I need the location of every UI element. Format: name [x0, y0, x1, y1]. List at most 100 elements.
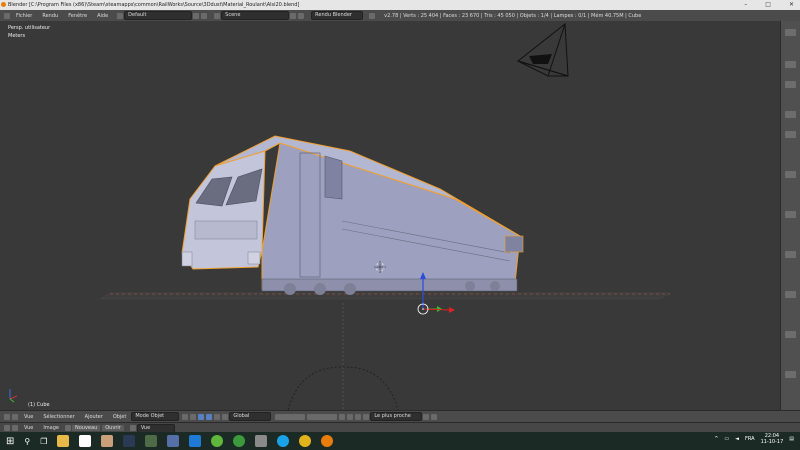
scene-stats: v2.78 | Verts : 25 404 | Faces : 23 670 …: [384, 12, 642, 19]
manipulator-toggle-icon[interactable]: [198, 413, 205, 420]
axis-gizmo: [9, 389, 18, 403]
menu-file[interactable]: Fichier: [11, 13, 37, 19]
menu-object[interactable]: Objet: [108, 414, 132, 420]
shelf-icon-2[interactable]: [785, 81, 796, 88]
minimize-icon[interactable]: –: [744, 1, 747, 8]
windows-start-icon[interactable]: ⊞: [6, 436, 14, 447]
menu-add[interactable]: Ajouter: [80, 414, 108, 420]
menu-render[interactable]: Rendu: [37, 13, 63, 19]
skype-icon[interactable]: [277, 435, 290, 447]
lock-icon[interactable]: [339, 413, 346, 420]
close-icon[interactable]: ✕: [789, 1, 794, 8]
shelf-icon-5[interactable]: [785, 171, 796, 178]
layer-grid-icon-2[interactable]: [307, 413, 338, 420]
train-icon[interactable]: [167, 435, 180, 447]
utorrent-icon[interactable]: [211, 435, 224, 447]
remove-scene-icon[interactable]: [298, 12, 305, 19]
rotate-icon[interactable]: [214, 413, 221, 420]
3d-view-header: Vue Sélectionner Ajouter Objet Mode Obje…: [0, 410, 800, 422]
menu-help[interactable]: Aide: [92, 13, 113, 19]
shelf-icon-8[interactable]: [785, 291, 796, 298]
screen-layout-field[interactable]: Default: [124, 11, 193, 20]
properties-shelf: [780, 21, 800, 410]
mode-select[interactable]: Mode Objet: [131, 412, 180, 421]
blender-info-icon: [369, 12, 376, 19]
new-image-button[interactable]: Nouveau: [72, 425, 101, 431]
render-anim-icon[interactable]: [431, 413, 438, 420]
editor-type-icon[interactable]: [4, 425, 10, 431]
scene-field[interactable]: Scene: [221, 11, 290, 20]
system-tray: ^ ▭ ◄ FRA 22:04 11-10-17 ▤: [714, 433, 794, 445]
view-name-label: Persp. utilisateur: [8, 25, 51, 31]
snap-element-icon[interactable]: [363, 413, 370, 420]
menu-toggle-icon[interactable]: [12, 425, 18, 431]
editor-type-icon[interactable]: [4, 12, 10, 19]
window-controls: – □ ✕: [744, 1, 794, 8]
window-title-bar: Blender [C:\Program Files (x86)\Steam\st…: [0, 0, 800, 10]
active-object-label: (1) Cube: [28, 402, 50, 408]
open-image-button[interactable]: Ouvrir: [102, 425, 124, 431]
render-engine-select[interactable]: Rendu Blender: [311, 11, 364, 20]
volume-icon[interactable]: ◄: [735, 436, 739, 442]
units-label: Meters: [8, 33, 26, 39]
remove-layout-icon[interactable]: [201, 12, 208, 19]
notifications-icon[interactable]: ▤: [789, 436, 794, 442]
menu-image[interactable]: Image: [38, 425, 64, 431]
layout-icon: [117, 12, 124, 19]
blender-taskbar-icon[interactable]: [321, 435, 334, 447]
render-icon[interactable]: [423, 413, 430, 420]
store-icon[interactable]: [79, 435, 92, 447]
maximize-icon[interactable]: □: [765, 1, 771, 8]
clock-date: 11-10-17: [760, 439, 784, 445]
menu-select[interactable]: Sélectionner: [38, 414, 79, 420]
viewport-scene: [9, 23, 671, 410]
pin-icon[interactable]: [129, 425, 136, 431]
menu-toggle-icon[interactable]: [12, 413, 18, 420]
steam-icon[interactable]: [123, 435, 136, 447]
shelf-icon-9[interactable]: [785, 331, 796, 338]
scene-icon: [214, 12, 221, 19]
panel-collapse-icon[interactable]: [785, 29, 796, 36]
file-explorer-icon[interactable]: [57, 435, 70, 447]
xbox-icon[interactable]: [233, 435, 246, 447]
paint-icon[interactable]: [101, 435, 114, 447]
locomotive-model[interactable]: [181, 135, 524, 295]
image-browse-icon[interactable]: [65, 425, 71, 431]
photos-icon[interactable]: [255, 435, 268, 447]
menu-view[interactable]: Vue: [19, 414, 38, 420]
editor-type-icon[interactable]: [4, 413, 10, 420]
snap-icon[interactable]: [355, 413, 362, 420]
shading-icon[interactable]: [182, 413, 189, 420]
shelf-icon-3[interactable]: [785, 111, 796, 118]
shelf-icon-10[interactable]: [785, 371, 796, 378]
shelf-icon-4[interactable]: [785, 131, 796, 138]
language-indicator[interactable]: FRA: [745, 436, 755, 442]
proportional-edit-icon[interactable]: [347, 413, 354, 420]
scale-icon[interactable]: [222, 413, 229, 420]
shelf-icon-1[interactable]: [785, 61, 796, 68]
3d-viewport[interactable]: Persp. utilisateur Meters (1) Cube: [0, 21, 780, 410]
camera-object[interactable]: [516, 23, 569, 77]
menu-view[interactable]: Vue: [19, 425, 38, 431]
window-title: Blender [C:\Program Files (x86)\Steam\st…: [8, 2, 300, 8]
add-layout-icon[interactable]: [193, 12, 200, 19]
menu-window[interactable]: Fenêtre: [63, 13, 92, 19]
snap-target-select[interactable]: Le plus proche: [370, 412, 423, 421]
edge-icon[interactable]: [189, 435, 202, 447]
blender-logo-icon: [1, 2, 6, 7]
windows-taskbar: ⊞ ⚲ ❐ ^ ▭ ◄ FRA 22:04 11-10-17 ▤: [0, 432, 800, 450]
clock[interactable]: 22:04 11-10-17: [761, 433, 784, 445]
network-icon[interactable]: ▭: [724, 436, 729, 442]
game-icon[interactable]: [145, 435, 158, 447]
translate-icon[interactable]: [206, 413, 213, 420]
orientation-select[interactable]: Global: [229, 412, 272, 421]
tray-chevron-icon[interactable]: ^: [714, 436, 718, 442]
chrome-icon[interactable]: [299, 435, 312, 447]
search-icon[interactable]: ⚲: [24, 437, 30, 446]
task-view-icon[interactable]: ❐: [40, 437, 47, 446]
shelf-icon-7[interactable]: [785, 251, 796, 258]
shelf-icon-6[interactable]: [785, 211, 796, 218]
layer-grid-icon[interactable]: [275, 413, 306, 420]
pivot-icon[interactable]: [190, 413, 197, 420]
add-scene-icon[interactable]: [290, 12, 297, 19]
